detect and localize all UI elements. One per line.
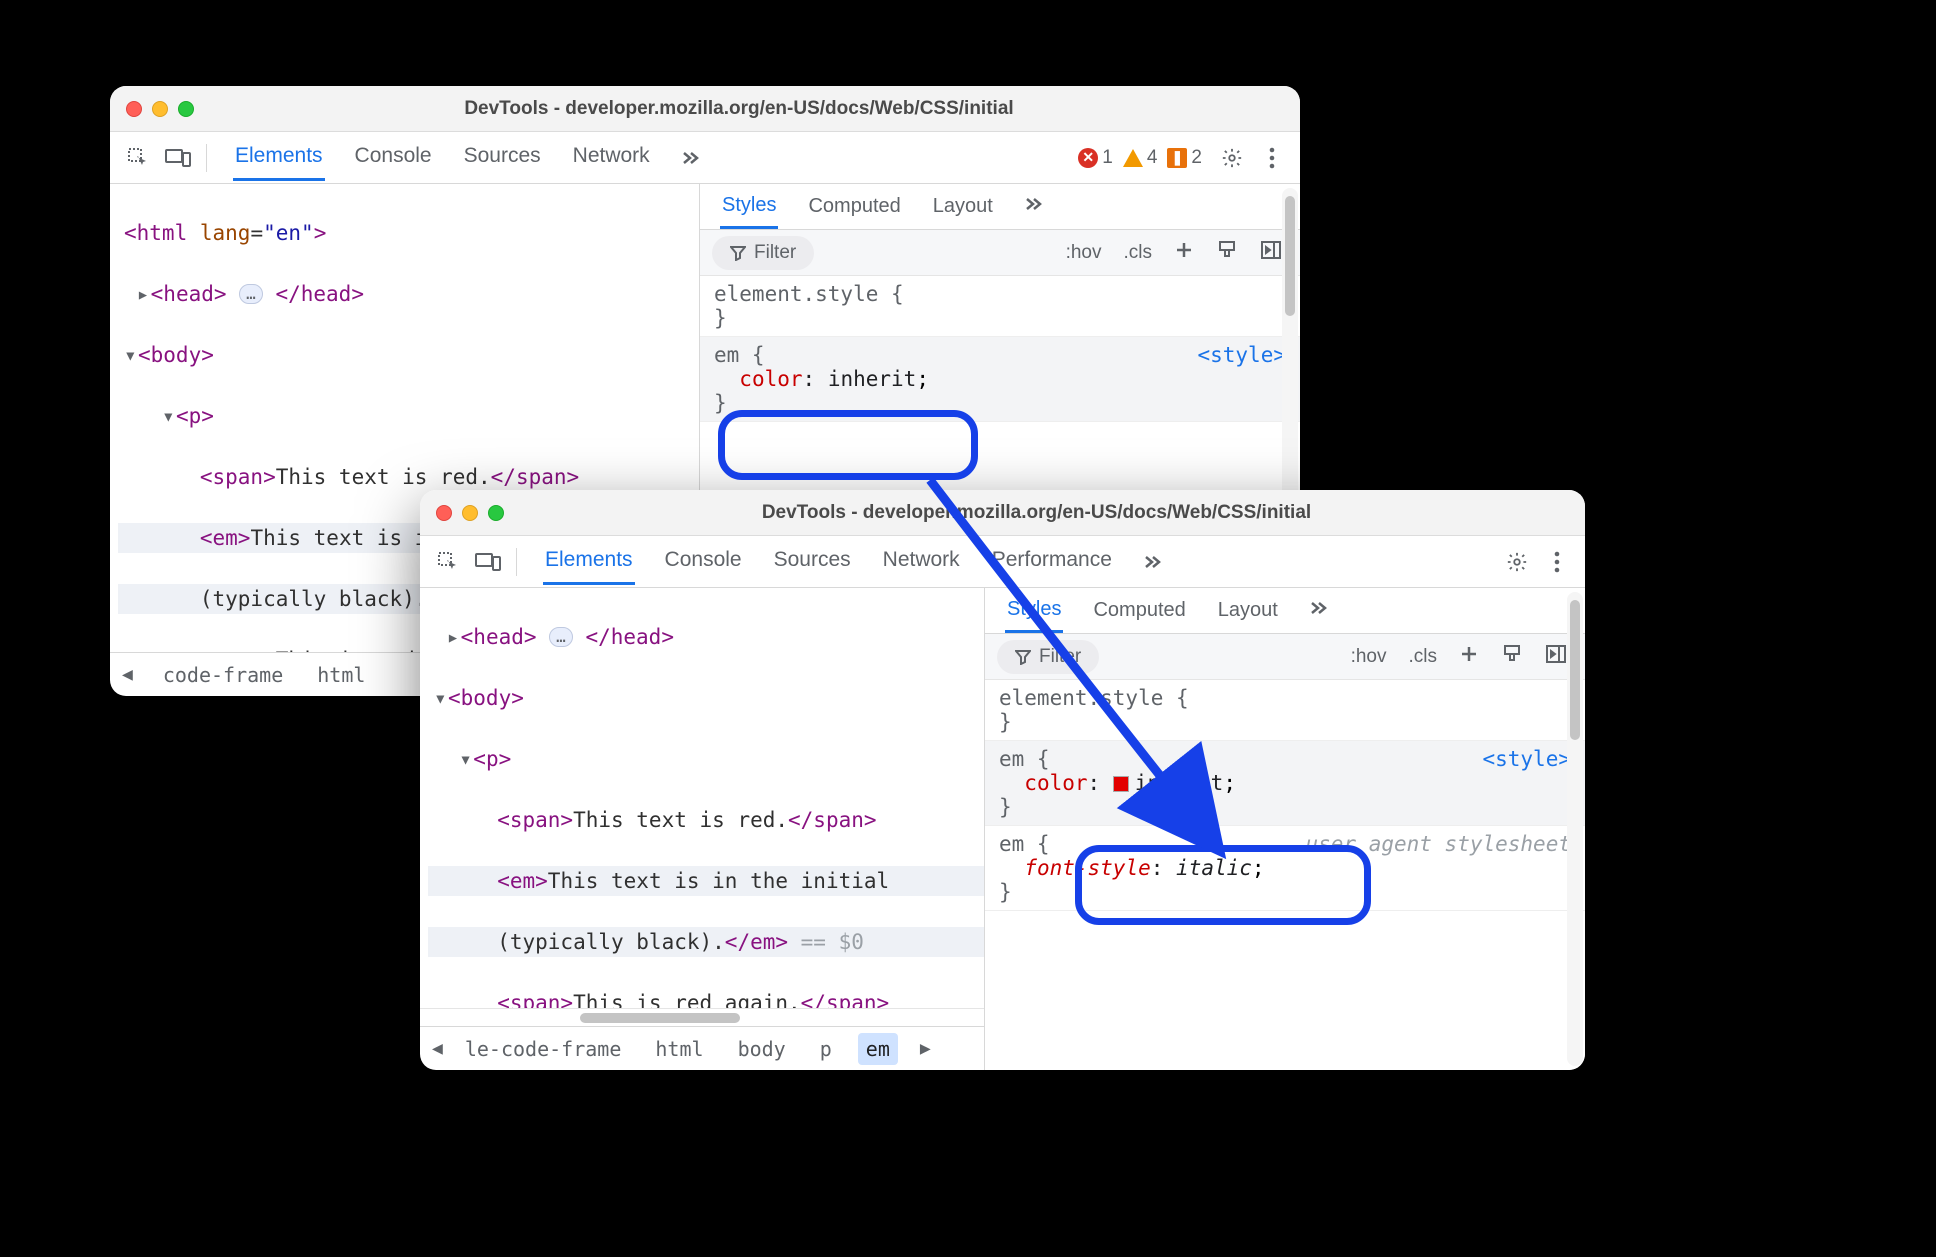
gear-icon[interactable] [1214,140,1250,176]
styles-rules[interactable]: element.style { } <style> em { color: in… [985,680,1585,1070]
close-icon[interactable] [126,101,142,117]
gear-icon[interactable] [1499,544,1535,580]
breadcrumb: ◀ le-code-frame html body p em ▶ [420,1026,984,1070]
main-tabbar: Elements Console Sources Network ✕1 4 ❚2 [110,132,1300,184]
chevron-left-icon[interactable]: ◀ [428,1038,447,1059]
chevron-right-icon[interactable]: ▶ [916,1038,935,1059]
tabs: Elements Console Sources Network [233,134,652,181]
more-tabs-icon[interactable] [672,140,708,176]
subtab-styles[interactable]: Styles [1005,589,1063,633]
subtab-computed[interactable]: Computed [806,186,902,227]
inspect-icon[interactable] [120,140,156,176]
window-title: DevTools - developer.mozilla.org/en-US/d… [194,98,1284,120]
scrollbar-vertical[interactable] [1567,592,1583,1066]
inspect-icon[interactable] [430,544,466,580]
brush-icon[interactable] [1495,639,1529,675]
filter-icon [1015,649,1031,665]
device-toggle-icon[interactable] [470,544,506,580]
tabs: Elements Console Sources Network Perform… [543,538,1114,585]
color-swatch-icon[interactable] [1113,776,1129,792]
crumb[interactable]: html [309,659,373,691]
tab-elements[interactable]: Elements [543,538,635,585]
tab-console[interactable]: Console [353,134,434,181]
tab-elements[interactable]: Elements [233,134,325,181]
chevron-left-icon[interactable]: ◀ [118,664,137,685]
subtabs: Styles Computed Layout [700,184,1300,230]
cls-button[interactable]: .cls [1403,642,1444,672]
ellipsis-icon[interactable]: … [549,627,573,647]
subtab-styles[interactable]: Styles [720,185,778,229]
tab-network[interactable]: Network [571,134,652,181]
tab-sources[interactable]: Sources [462,134,543,181]
titlebar: DevTools - developer.mozilla.org/en-US/d… [110,86,1300,132]
filter-input[interactable]: Filter [997,640,1099,674]
crumb[interactable]: html [647,1033,711,1065]
style-origin-ua: user agent stylesheet [1305,832,1571,856]
subtab-computed[interactable]: Computed [1091,590,1187,631]
crumb[interactable]: em [858,1033,898,1065]
new-rule-icon[interactable] [1453,640,1485,674]
filter-bar: Filter :hov .cls [700,230,1300,276]
style-origin[interactable]: <style> [1482,747,1571,771]
main-tabbar: Elements Console Sources Network Perform… [420,536,1585,588]
kebab-icon[interactable] [1539,544,1575,580]
filter-input[interactable]: Filter [712,236,814,270]
info-badge[interactable]: ❚2 [1167,147,1202,169]
more-tabs-icon[interactable] [1134,544,1170,580]
hov-button[interactable]: :hov [1345,642,1393,672]
elements-pane: ▸<head> … </head> ▾<body> ▾<p> <span>Thi… [420,588,985,1070]
dom-tree[interactable]: ▸<head> … </head> ▾<body> ▾<p> <span>Thi… [420,588,984,1008]
devtools-window-2: DevTools - developer.mozilla.org/en-US/d… [420,490,1585,1070]
errors-badge[interactable]: ✕1 [1078,147,1113,169]
tab-sources[interactable]: Sources [772,538,853,585]
cls-button[interactable]: .cls [1118,238,1159,268]
tab-console[interactable]: Console [663,538,744,585]
kebab-icon[interactable] [1254,140,1290,176]
filter-icon [730,245,746,261]
traffic-lights [436,505,504,521]
traffic-lights [126,101,194,117]
scrollbar-horizontal[interactable] [420,1008,984,1026]
device-toggle-icon[interactable] [160,140,196,176]
zoom-icon[interactable] [178,101,194,117]
tab-performance[interactable]: Performance [990,538,1114,585]
more-tabs-icon[interactable] [1023,194,1043,220]
minimize-icon[interactable] [462,505,478,521]
window-title: DevTools - developer.mozilla.org/en-US/d… [504,502,1569,524]
crumb[interactable]: le-code-frame [465,1033,630,1065]
more-tabs-icon[interactable] [1308,598,1328,624]
crumb[interactable]: code-frame [155,659,291,691]
ellipsis-icon[interactable]: … [239,284,263,304]
subtab-layout[interactable]: Layout [1216,590,1280,631]
tab-network[interactable]: Network [881,538,962,585]
crumb[interactable]: p [812,1033,840,1065]
filter-bar: Filter :hov .cls [985,634,1585,680]
hov-button[interactable]: :hov [1060,238,1108,268]
zoom-icon[interactable] [488,505,504,521]
brush-icon[interactable] [1210,235,1244,271]
crumb[interactable]: body [730,1033,794,1065]
new-rule-icon[interactable] [1168,236,1200,270]
titlebar: DevTools - developer.mozilla.org/en-US/d… [420,490,1585,536]
subtab-layout[interactable]: Layout [931,186,995,227]
minimize-icon[interactable] [152,101,168,117]
subtabs: Styles Computed Layout [985,588,1585,634]
style-origin[interactable]: <style> [1197,343,1286,367]
close-icon[interactable] [436,505,452,521]
warnings-badge[interactable]: 4 [1123,147,1158,169]
styles-pane: Styles Computed Layout Filter :hov .cls [985,588,1585,1070]
